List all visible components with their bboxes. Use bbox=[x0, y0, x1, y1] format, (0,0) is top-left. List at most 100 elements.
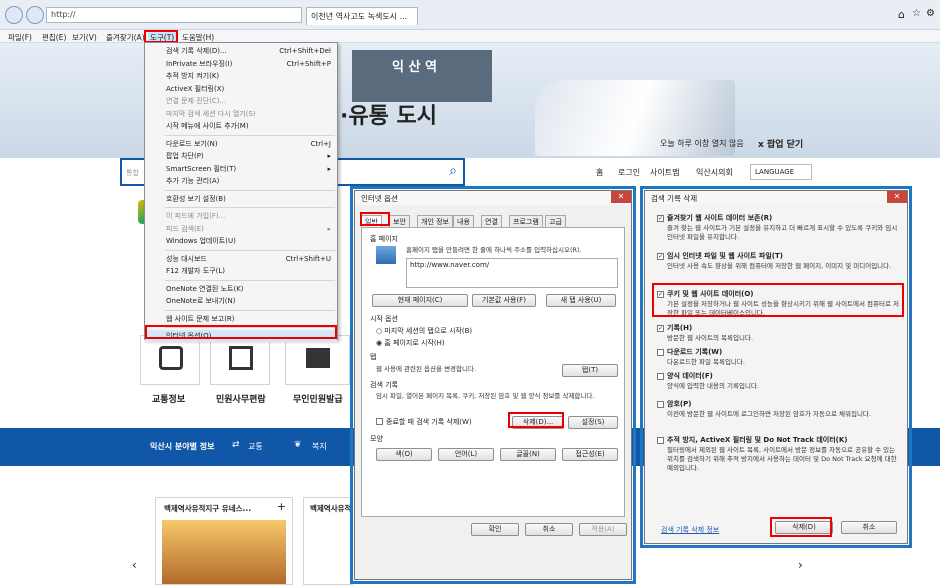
quick-link-traffic[interactable] bbox=[140, 335, 200, 385]
tools-menu-item[interactable]: 마지막 검색 세션 다시 열기(S) bbox=[145, 108, 337, 120]
tab-security[interactable]: 보안 bbox=[389, 215, 410, 227]
nav-login[interactable]: 로그인 bbox=[618, 167, 640, 178]
history-option-checkbox[interactable] bbox=[657, 401, 664, 408]
cancel-button[interactable]: 취소 bbox=[525, 523, 573, 536]
close-icon[interactable]: ✕ bbox=[887, 191, 907, 203]
tools-menu-item[interactable]: 추적 방지 켜기(K) bbox=[145, 70, 337, 82]
welfare-icon: ❦ bbox=[294, 440, 302, 450]
tools-menu-item[interactable]: 피드 검색(E) ▸ bbox=[145, 223, 337, 235]
history-option-checkbox[interactable] bbox=[657, 373, 664, 380]
tools-menu-item-shortcut: ▸ bbox=[327, 164, 331, 173]
news-card-title: 백제역사유적지구 유네스... bbox=[310, 504, 352, 513]
tools-menu-item-label: 다운로드 보기(N) bbox=[166, 139, 218, 148]
home-url-textarea[interactable]: http://www.naver.com/ bbox=[406, 258, 618, 288]
popup-hide-option[interactable]: 오늘 하루 이창 열지 않음 bbox=[660, 138, 744, 149]
tools-menu-item-shortcut: Ctrl+J bbox=[310, 139, 331, 148]
apply-button[interactable]: 적용(A) bbox=[579, 523, 627, 536]
menu-bar: 파일(F) 편집(E) 보기(V) 즐겨찾기(A) 도구(T) 도움말(H) bbox=[0, 30, 940, 44]
highlight-general-tab bbox=[360, 212, 390, 226]
tools-menu-item[interactable]: 팝업 차단(P) ▸ bbox=[145, 150, 337, 162]
tools-menu-item[interactable]: 다운로드 보기(N) Ctrl+J bbox=[145, 138, 337, 150]
startup-option-last-session-label: 마지막 세션의 탭으로 시작(B) bbox=[384, 327, 473, 335]
use-default-button[interactable]: 기본값 사용(F) bbox=[472, 294, 536, 307]
ok-button[interactable]: 확인 bbox=[471, 523, 519, 536]
tabs-settings-button[interactable]: 탭(T) bbox=[562, 364, 618, 377]
quick-link-kiosk[interactable] bbox=[285, 335, 350, 385]
back-icon[interactable] bbox=[5, 6, 23, 24]
tab-advanced[interactable]: 고급 bbox=[545, 215, 566, 227]
highlight-delete-confirm bbox=[770, 517, 832, 537]
nav-council[interactable]: 익산시의회 bbox=[696, 167, 733, 178]
tab-connections[interactable]: 연결 bbox=[481, 215, 502, 227]
popup-close-button[interactable]: x 팝업 닫기 bbox=[758, 137, 803, 150]
nav-sitemap[interactable]: 사이트맵 bbox=[650, 167, 679, 178]
tools-menu-item[interactable]: InPrivate 브라우징(I) Ctrl+Shift+P bbox=[145, 58, 337, 70]
browser-toolbar: http:// 이천년 역사고도 녹색도시 ... ⌂ ☆ ⚙ bbox=[0, 0, 940, 30]
forward-icon[interactable] bbox=[26, 6, 44, 24]
history-option-checkbox[interactable] bbox=[657, 437, 664, 444]
tools-menu-item[interactable]: OneNote로 보내기(N) bbox=[145, 295, 337, 307]
favorites-icon[interactable]: ☆ bbox=[912, 8, 921, 19]
tools-menu-item-label: 이 피드에 가입(F)... bbox=[166, 212, 226, 220]
tools-menu-item-label: InPrivate 브라우징(I) bbox=[166, 59, 233, 68]
tab-privacy[interactable]: 개인 정보 bbox=[417, 215, 453, 227]
tools-menu-item[interactable]: Windows 업데이트(U) bbox=[145, 235, 337, 247]
languages-button[interactable]: 언어(L) bbox=[438, 448, 494, 461]
startup-option-home[interactable]: ◉ 홈 페이지로 시작(H) bbox=[376, 338, 445, 348]
quick-link-civil[interactable] bbox=[210, 335, 270, 385]
use-new-tab-button[interactable]: 새 탭 사용(U) bbox=[546, 294, 616, 307]
news-card[interactable]: 백제역사유적지구 유네스... + bbox=[155, 497, 293, 585]
startup-option-last-session[interactable]: ○ 마지막 세션의 탭으로 시작(B) bbox=[376, 326, 472, 336]
tools-menu-item[interactable]: 이 피드에 가입(F)... bbox=[145, 210, 337, 222]
current-page-button[interactable]: 현재 페이지(C) bbox=[372, 294, 468, 307]
tools-menu-item[interactable]: SmartScreen 필터(T) ▸ bbox=[145, 163, 337, 175]
category-welfare[interactable]: 복지 bbox=[312, 441, 327, 452]
about-delete-history-link[interactable]: 검색 기록 삭제 정보 bbox=[661, 525, 719, 535]
history-option-checkbox[interactable]: ✓ bbox=[657, 325, 664, 332]
traffic-icon: ⇄ bbox=[232, 440, 240, 450]
history-option-checkbox[interactable]: ✓ bbox=[657, 215, 664, 222]
tools-menu-item[interactable]: OneNote 연결된 노트(K) bbox=[145, 283, 337, 295]
close-icon[interactable]: ✕ bbox=[611, 191, 631, 203]
chevron-right-icon[interactable]: › bbox=[798, 558, 803, 572]
tools-menu-item[interactable]: 연결 문제 진단(C)... bbox=[145, 95, 337, 107]
language-select[interactable]: LANGUAGE bbox=[750, 164, 812, 180]
tools-menu-item[interactable]: ActiveX 필터링(X) bbox=[145, 83, 337, 95]
tools-menu-item[interactable]: 시작 메뉴에 사이트 추가(M) bbox=[145, 120, 337, 132]
tools-menu-item[interactable]: 웹 사이트 문제 보고(R) bbox=[145, 313, 337, 325]
site-search-placeholder: 통합 bbox=[126, 169, 139, 177]
chevron-left-icon[interactable]: ‹ bbox=[132, 558, 137, 572]
tools-menu-item-shortcut: ▸ bbox=[327, 224, 331, 233]
nav-home[interactable]: 홈 bbox=[596, 167, 603, 178]
news-card[interactable]: 백제역사유적지구 유네스... bbox=[303, 497, 353, 585]
tab-content[interactable]: 내용 bbox=[453, 215, 474, 227]
history-description: 임시 파일, 열어본 페이지 목록, 쿠키, 저장된 암호 및 웹 양식 정보를… bbox=[376, 392, 595, 400]
search-icon[interactable]: ⌕ bbox=[449, 163, 457, 179]
appearance-section-label: 모양 bbox=[370, 435, 383, 443]
tools-menu-item[interactable]: 성능 대시보드 Ctrl+Shift+U bbox=[145, 253, 337, 265]
history-option-label: 임시 인터넷 파일 및 웹 사이트 파일(T) bbox=[667, 252, 783, 260]
tab-programs[interactable]: 프로그램 bbox=[509, 215, 543, 227]
accessibility-button[interactable]: 접근성(E) bbox=[562, 448, 618, 461]
fonts-button[interactable]: 글꼴(N) bbox=[500, 448, 556, 461]
plus-icon[interactable]: + bbox=[277, 500, 286, 513]
cancel-button[interactable]: 취소 bbox=[841, 521, 897, 534]
tools-menu-item[interactable]: F12 개발자 도구(L) bbox=[145, 265, 337, 277]
tools-menu-item-label: 팝업 차단(P) bbox=[166, 152, 204, 160]
browser-tab[interactable]: 이천년 역사고도 녹색도시 ... bbox=[306, 7, 418, 25]
history-option-checkbox[interactable]: ✓ bbox=[657, 253, 664, 260]
delete-on-exit-checkbox[interactable] bbox=[376, 418, 383, 425]
tools-menu-item[interactable]: 추가 기능 관리(A) bbox=[145, 175, 337, 187]
history-settings-button[interactable]: 설정(S) bbox=[568, 416, 618, 429]
category-traffic[interactable]: 교통 bbox=[248, 441, 263, 452]
tools-menu-item[interactable]: 호환성 보기 설정(B) bbox=[145, 193, 337, 205]
startup-section-label: 시작 옵션 bbox=[370, 315, 398, 323]
history-option-checkbox[interactable] bbox=[657, 349, 664, 356]
colors-button[interactable]: 색(O) bbox=[376, 448, 432, 461]
gear-icon[interactable]: ⚙ bbox=[926, 8, 935, 19]
address-bar[interactable]: http:// bbox=[46, 7, 302, 23]
home-icon[interactable]: ⌂ bbox=[898, 8, 905, 21]
tools-menu-item-label: 마지막 검색 세션 다시 열기(S) bbox=[166, 109, 256, 118]
manual-icon bbox=[229, 346, 253, 370]
tools-menu-item[interactable]: 검색 기록 삭제(D)... Ctrl+Shift+Del bbox=[145, 45, 337, 57]
